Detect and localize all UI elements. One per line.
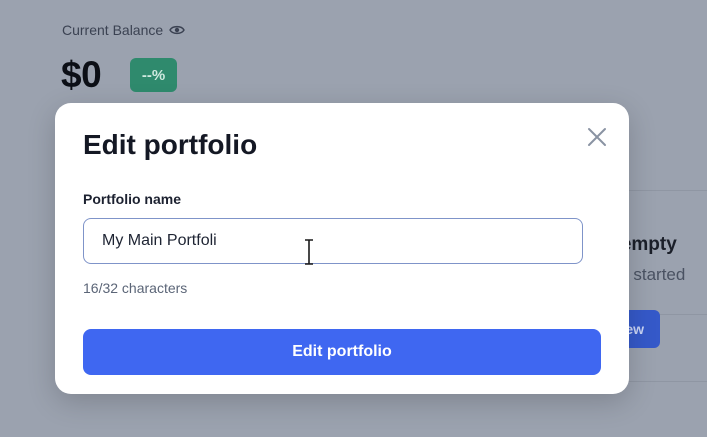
current-balance-label: Current Balance (62, 22, 185, 38)
balance-label-text: Current Balance (62, 22, 164, 38)
portfolio-name-input[interactable] (83, 218, 583, 264)
portfolio-name-label: Portfolio name (83, 191, 182, 207)
edit-portfolio-button[interactable]: Edit portfolio (83, 329, 601, 375)
balance-amount: $0 (61, 54, 102, 95)
character-count: 16/32 characters (83, 280, 188, 296)
close-icon (587, 127, 607, 147)
change-percent-badge: --% (130, 58, 177, 92)
modal-title: Edit portfolio (83, 129, 258, 160)
close-button[interactable] (585, 125, 609, 149)
edit-portfolio-modal: Edit portfolio Portfolio name 16/32 char… (55, 103, 629, 394)
eye-icon[interactable] (169, 24, 185, 36)
text-cursor-icon (304, 239, 314, 265)
